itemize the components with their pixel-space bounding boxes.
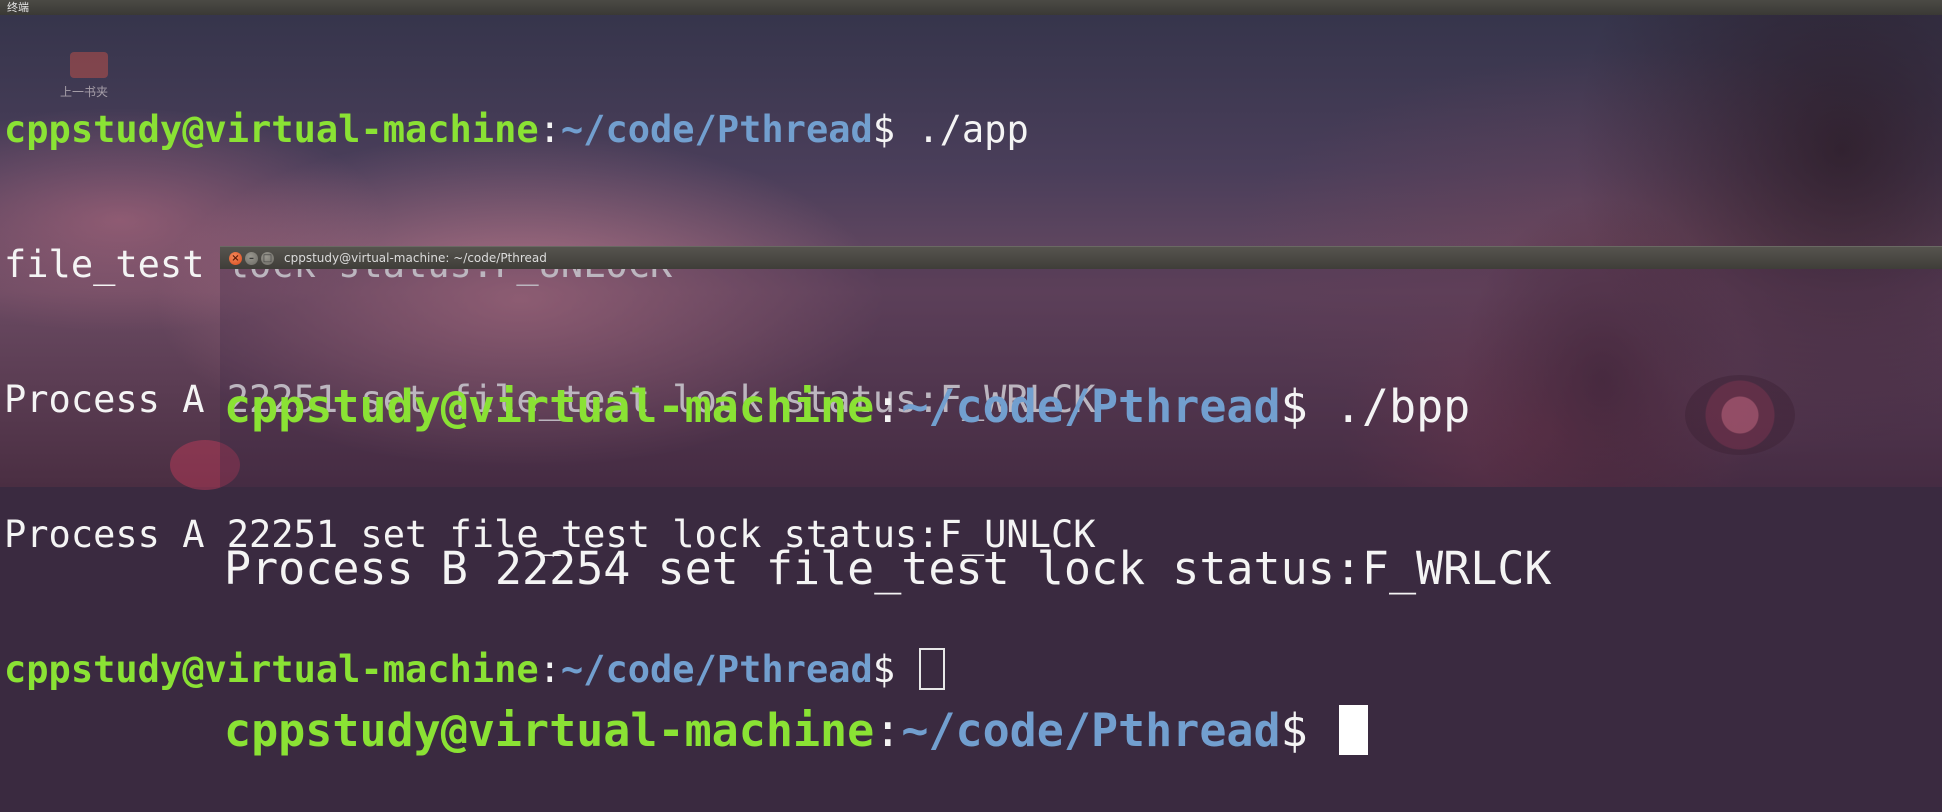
prompt-line: cppstudy@virtual-machine:~/code/Pthread$ [224, 704, 1552, 758]
top-panel-title: 终端 [7, 1, 29, 14]
prompt-path: ~/code/Pthread [901, 380, 1281, 433]
prompt-user: cppstudy@virtual-machine [224, 704, 875, 757]
prompt-separator: : [874, 380, 902, 433]
prompt-symbol: $ [1280, 704, 1335, 757]
maximize-icon[interactable]: □ [261, 252, 274, 265]
prompt-user: cppstudy@virtual-machine [224, 380, 875, 433]
prompt-path: ~/code/Pthread [560, 108, 873, 151]
prompt-separator: : [538, 108, 561, 151]
close-icon[interactable]: × [229, 252, 242, 265]
command-text: ./bpp [1334, 380, 1471, 433]
prompt-separator: : [874, 704, 902, 757]
minimize-icon[interactable]: – [245, 252, 258, 265]
top-panel: 终端 [0, 0, 1942, 15]
prompt-user: cppstudy@virtual-machine [4, 108, 539, 151]
terminal-cursor [1338, 705, 1368, 755]
output-line: Process B 22254 set file_test lock statu… [224, 542, 1552, 595]
command-text: ./app [917, 108, 1029, 151]
prompt-symbol: $ [1280, 380, 1335, 433]
prompt-symbol: $ [872, 108, 918, 151]
window-title: cppstudy@virtual-machine: ~/code/Pthread [284, 251, 547, 265]
terminal-output-2[interactable]: cppstudy@virtual-machine:~/code/Pthread$… [224, 272, 1552, 812]
prompt-line: cppstudy@virtual-machine:~/code/Pthread$… [4, 107, 1096, 152]
prompt-path: ~/code/Pthread [901, 704, 1281, 757]
window-titlebar[interactable]: × – □ cppstudy@virtual-machine: ~/code/P… [220, 246, 1942, 269]
prompt-line: cppstudy@virtual-machine:~/code/Pthread$… [224, 380, 1552, 434]
